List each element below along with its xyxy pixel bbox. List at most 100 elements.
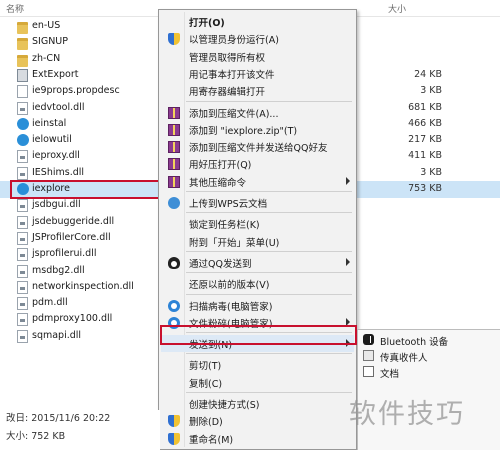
menu-item[interactable]: 剪切(T) [161,356,354,373]
menu-item[interactable]: 用记事本打开该文件 [161,65,354,82]
submenu-arrow-icon [346,257,350,266]
menu-item-label: 用寄存器编辑打开 [189,87,266,99]
menu-item-label: 附到「开始」菜单(U) [189,237,280,249]
file-name: SIGNUP [32,36,68,48]
menu-separator [186,392,352,393]
file-name: ExtExport [32,68,79,80]
submenu-item-label: 传真收件人 [380,353,428,364]
archive-icon [168,158,180,171]
details-pane: 改日: 2015/11/6 20:22 大小: 752 KB [0,410,160,450]
menu-item-label: 以管理员身份运行(A) [189,35,279,47]
file-size: 217 KB [408,134,442,146]
menu-item-label: 添加到 "iexplore.zip"(T) [189,125,298,137]
shield-icon [168,415,180,428]
documents-icon [363,366,374,377]
menu-item[interactable]: 管理员取得所有权 [161,48,354,65]
name-column-header[interactable]: 名称 [6,2,24,15]
dll-icon [17,215,28,229]
folder-icon [17,38,28,51]
dll-icon [17,297,28,311]
file-size: 466 KB [408,117,442,129]
menu-item-label: 删除(D) [189,417,223,429]
menu-separator [186,191,352,192]
dll-icon [17,313,28,327]
file-size: 24 KB [414,68,442,80]
send-to-submenu: Bluetooth 设备 传真收件人文档 [357,329,500,450]
menu-item[interactable]: 通过QQ发送到 [161,254,354,271]
submenu-arrow-icon [346,176,350,185]
file-size: 411 KB [408,150,442,162]
cloud-icon [168,197,180,209]
menu-item-label: 添加到压缩文件并发送给QQ好友 [189,143,328,155]
menu-item[interactable]: 创建快捷方式(S) [161,395,354,412]
fax-icon [363,350,374,361]
submenu-item[interactable]: Bluetooth 设备 [358,332,500,348]
menu-separator [186,353,352,355]
menu-item[interactable]: 添加到 "iexplore.zip"(T) [161,121,354,138]
menu-item-label: 添加到压缩文件(A)... [189,108,279,120]
menu-item-label: 用记事本打开该文件 [189,69,275,81]
menu-separator [186,100,352,102]
dll-icon [17,199,28,213]
file-size: 大小: 752 KB [6,431,66,442]
menu-item[interactable]: 添加到压缩文件(A)... [161,104,354,121]
dll-icon [17,150,28,164]
pc-manager-icon [168,299,180,312]
menu-item[interactable]: 还原以前的版本(V) [161,275,354,292]
menu-separator [186,250,352,252]
file-name: networkinspection.dll [32,280,134,292]
menu-item[interactable]: 复制(C) [161,374,354,391]
menu-item[interactable]: 锁定到任务栏(K) [161,215,354,232]
shield-icon [168,432,180,445]
menu-item[interactable]: 用寄存器编辑打开 [161,82,354,99]
file-name: iedvtool.dll [32,101,85,113]
dll-icon [17,280,28,294]
menu-item-label: 扫描病毒(电脑管家) [189,301,273,313]
document-icon [17,85,28,99]
file-name: pdm.dll [32,297,68,309]
menu-item-label: 其他压缩命令 [189,177,247,189]
ie-icon [17,117,29,130]
menu-item-label: 上传到WPS云文档 [189,199,268,210]
file-size: 3 KB [420,166,442,178]
menu-item-label: 用好压打开(Q) [189,160,252,172]
watermark: 软件技巧 [349,399,465,430]
file-name: JSProfilerCore.dll [32,231,111,243]
highlight-frame [160,325,357,345]
selection-frame [10,180,160,199]
folder-icon [17,22,28,34]
submenu-item-label: 文档 [380,369,400,380]
menu-separator [186,293,352,295]
menu-item[interactable]: 以管理员身份运行(A) [161,30,354,47]
dll-icon [17,264,28,278]
submenu-item[interactable]: 文档 [358,364,500,380]
bluetooth-icon [363,334,374,345]
file-name: msdbg2.dll [32,264,85,276]
dll-icon [17,329,28,343]
menu-item[interactable]: 其他压缩命令 [161,173,354,190]
context-menu: 打开(O) 以管理员身份运行(A) 管理员取得所有权用记事本打开该文件 用寄存器编辑打… [158,9,357,450]
menu-item-label: 创建快捷方式(S) [189,400,260,411]
file-size: 753 KB [408,183,442,194]
menu-item[interactable]: 附到「开始」菜单(U) [161,233,354,250]
menu-item[interactable]: 删除(D) [161,412,354,429]
menu-item[interactable]: 添加到压缩文件并发送给QQ好友 [161,138,354,155]
qq-penguin-icon [168,256,180,269]
archive-icon [168,123,180,136]
menu-item-label: 通过QQ发送到 [189,258,252,270]
menu-separator [186,212,352,214]
submenu-item[interactable]: 传真收件人 [358,348,500,364]
submenu-item-label: Bluetooth 设备 [380,337,449,348]
file-name: ie9props.propdesc [32,85,120,97]
menu-item-label: 重命名(M) [189,434,234,446]
menu-item[interactable]: 扫描病毒(电脑管家) [161,297,354,314]
menu-item[interactable]: 上传到WPS云文档 [161,194,354,211]
dll-icon [17,166,28,180]
size-column-header[interactable]: 大小 [388,2,406,15]
menu-item[interactable]: 打开(O) [161,13,354,30]
menu-item[interactable]: 用好压打开(Q) [161,155,354,172]
dll-icon [17,101,28,115]
file-name: en-US [32,20,61,31]
menu-item[interactable]: 重命名(M) [161,430,354,447]
file-name: IEShims.dll [32,166,85,178]
